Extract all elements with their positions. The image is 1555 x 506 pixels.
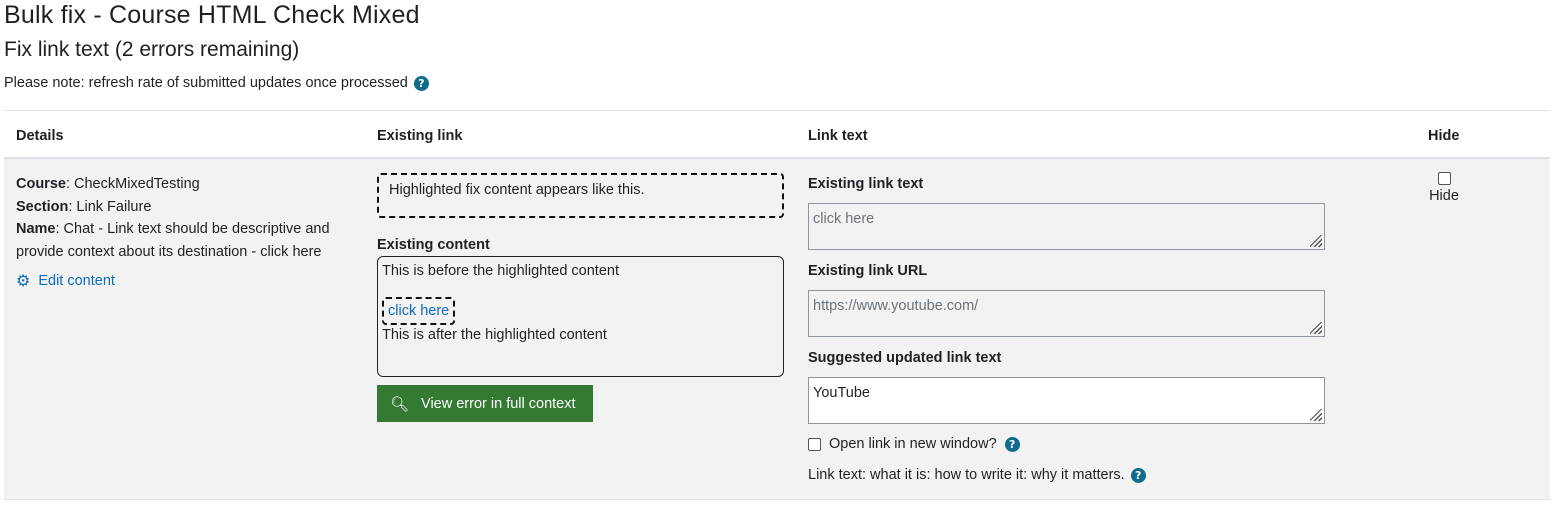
open-new-window-checkbox[interactable] bbox=[808, 437, 821, 451]
table-header: Details Existing link Link text Hide bbox=[4, 110, 1550, 159]
resize-handle-icon[interactable] bbox=[1310, 409, 1322, 421]
edit-content-label: Edit content bbox=[38, 272, 115, 289]
content-before: This is before the highlighted content bbox=[382, 263, 619, 279]
bulk-fix-table: Details Existing link Link text Hide Cou… bbox=[4, 110, 1550, 500]
existing-link-url-label: Existing link URL bbox=[808, 263, 928, 279]
help-icon[interactable]: ? bbox=[1130, 467, 1146, 483]
content-after: This is after the highlighted content bbox=[382, 327, 607, 343]
section-line: Section: Link Failure bbox=[16, 198, 152, 215]
help-icon[interactable]: ? bbox=[1004, 436, 1020, 452]
header-details: Details bbox=[16, 128, 64, 144]
view-error-label: View error in full context bbox=[421, 395, 576, 412]
page-subtitle: Fix link text (2 errors remaining) bbox=[4, 38, 300, 61]
header-hide: Hide bbox=[1428, 128, 1460, 144]
refresh-note: Please note: refresh rate of submitted u… bbox=[4, 75, 429, 91]
highlight-sample-text: Highlighted fix content appears like thi… bbox=[389, 182, 645, 198]
table-row: Course: CheckMixedTesting Section: Link … bbox=[4, 159, 1550, 500]
name-line: Name: Chat - Link text should be descrip… bbox=[16, 221, 330, 260]
header-existing-link: Existing link bbox=[377, 128, 463, 144]
existing-content-label: Existing content bbox=[377, 237, 490, 253]
open-new-window-option: Open link in new window? ? bbox=[808, 436, 1020, 452]
help-icon[interactable]: ? bbox=[413, 75, 429, 91]
hide-label[interactable]: Hide bbox=[1429, 188, 1459, 204]
link-text-info-text: Link text: what it is: how to write it: … bbox=[808, 467, 1125, 483]
existing-link-url-field[interactable]: https://www.youtube.com/ bbox=[808, 290, 1325, 337]
existing-content-box: This is before the highlighted content c… bbox=[377, 256, 784, 377]
suggested-link-text-label: Suggested updated link text bbox=[808, 350, 1002, 366]
gear-icon: ⚙ bbox=[16, 271, 31, 290]
hide-checkbox[interactable] bbox=[1437, 172, 1451, 185]
link-text-info: Link text: what it is: how to write it: … bbox=[808, 467, 1146, 483]
open-new-window-label[interactable]: Open link in new window? bbox=[829, 436, 997, 452]
hide-option: Hide bbox=[1427, 172, 1461, 204]
highlighted-link[interactable]: click here bbox=[382, 297, 456, 325]
edit-content-link[interactable]: ⚙ Edit content bbox=[16, 271, 115, 290]
suggested-link-text-input[interactable]: YouTube bbox=[808, 377, 1325, 424]
magnify-plus-icon: 🔍︎ bbox=[390, 394, 410, 413]
page-title: Bulk fix - Course HTML Check Mixed bbox=[4, 1, 420, 29]
course-line: Course: CheckMixedTesting bbox=[16, 176, 200, 192]
resize-handle-icon[interactable] bbox=[1310, 235, 1322, 247]
view-error-button[interactable]: 🔍︎ View error in full context bbox=[377, 385, 593, 422]
header-link-text: Link text bbox=[808, 128, 868, 144]
highlight-sample-box: Highlighted fix content appears like thi… bbox=[377, 173, 784, 218]
resize-handle-icon[interactable] bbox=[1310, 322, 1322, 334]
row-details: Course: CheckMixedTesting Section: Link … bbox=[16, 173, 356, 263]
existing-link-text-field[interactable]: click here bbox=[808, 203, 1325, 250]
refresh-note-text: Please note: refresh rate of submitted u… bbox=[4, 75, 408, 91]
existing-link-text-label: Existing link text bbox=[808, 176, 924, 192]
